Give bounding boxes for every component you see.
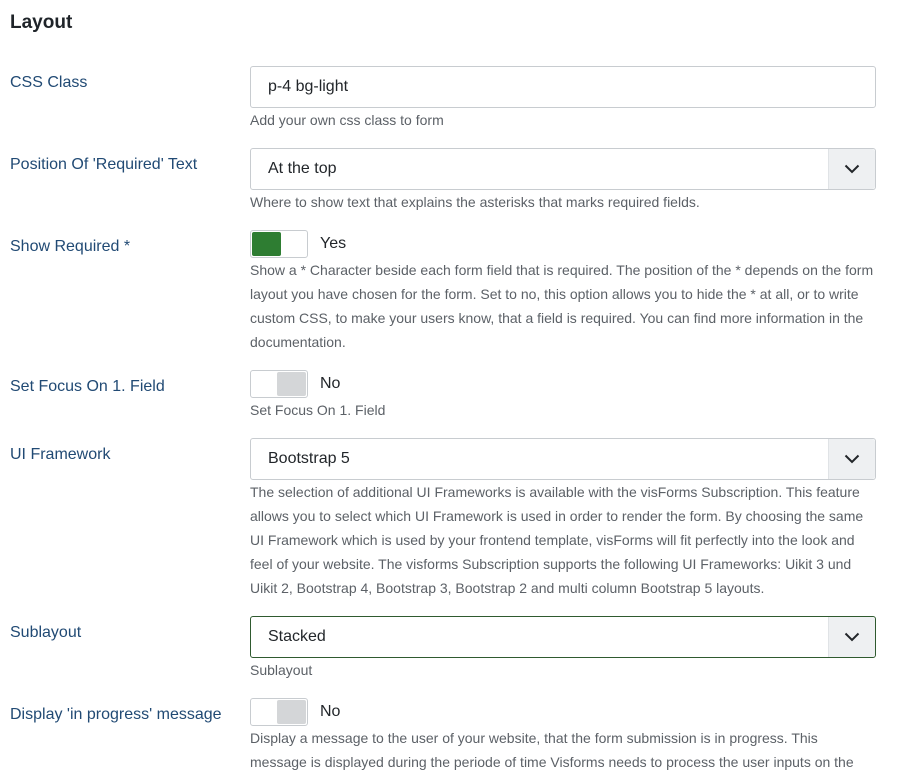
css-class-input[interactable]: p-4 bg-light <box>250 66 876 108</box>
ui-framework-label: UI Framework <box>10 446 111 463</box>
chevron-down-icon <box>828 439 875 479</box>
show-required-label: Show Required * <box>10 238 131 255</box>
chevron-down-icon <box>828 617 875 657</box>
in-progress-help: Display a message to the user of your we… <box>250 730 854 770</box>
required-position-help: Where to show text that explains the ast… <box>250 194 700 210</box>
ui-framework-select[interactable]: Bootstrap 5 <box>250 438 876 480</box>
css-class-label: CSS Class <box>10 74 88 91</box>
chevron-down-icon <box>828 149 875 189</box>
show-required-toggle[interactable] <box>250 230 308 258</box>
in-progress-toggle[interactable] <box>250 698 308 726</box>
ui-framework-value: Bootstrap 5 <box>268 450 350 467</box>
in-progress-state: No <box>320 703 341 720</box>
sublayout-select[interactable]: Stacked <box>250 616 876 658</box>
toggle-knob <box>277 372 306 396</box>
toggle-knob <box>277 700 306 724</box>
sublayout-label: Sublayout <box>10 624 82 641</box>
required-position-label: Position Of 'Required' Text <box>10 156 198 173</box>
css-class-value: p-4 bg-light <box>268 78 349 95</box>
required-position-select[interactable]: At the top <box>250 148 876 190</box>
show-required-help: Show a * Character beside each form fiel… <box>250 262 874 350</box>
show-required-state: Yes <box>320 235 347 252</box>
set-focus-state: No <box>320 375 341 392</box>
set-focus-toggle[interactable] <box>250 370 308 398</box>
sublayout-value: Stacked <box>268 628 326 645</box>
css-class-help: Add your own css class to form <box>250 112 444 128</box>
section-title: Layout <box>10 12 73 33</box>
toggle-knob <box>252 232 281 256</box>
required-position-value: At the top <box>268 160 337 177</box>
set-focus-label: Set Focus On 1. Field <box>10 378 165 395</box>
set-focus-help: Set Focus On 1. Field <box>250 402 386 418</box>
sublayout-help: Sublayout <box>250 662 313 678</box>
in-progress-label: Display 'in progress' message <box>10 706 222 723</box>
ui-framework-help: The selection of additional UI Framework… <box>250 484 864 596</box>
